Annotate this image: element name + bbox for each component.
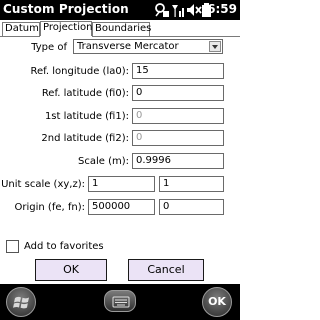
chevron-down-icon[interactable] xyxy=(209,41,221,52)
unit-scale-xy-field[interactable]: 1 xyxy=(88,176,155,192)
tab-datum[interactable]: Datum xyxy=(2,22,40,36)
type-label: Type of xyxy=(31,42,67,53)
projection-type-dropdown[interactable]: Transverse Mercator xyxy=(73,39,223,54)
ok-softkey[interactable]: OK xyxy=(202,287,232,317)
clock: 6:59 xyxy=(207,2,237,16)
first-latitude-label: 1st latitude (fi1): xyxy=(44,111,129,122)
connectivity-icon[interactable] xyxy=(154,2,170,18)
scale-label: Scale (m): xyxy=(78,156,129,167)
unit-scale-z-field[interactable]: 1 xyxy=(159,176,224,192)
origin-fe-field[interactable]: 500000 xyxy=(88,199,155,215)
unit-scale-label: Unit scale (xy,z): xyxy=(1,179,85,190)
second-latitude-field[interactable]: 0 xyxy=(132,130,224,146)
title-bar: Custom Projection 6:59 xyxy=(0,0,240,20)
cancel-button[interactable]: Cancel xyxy=(128,259,204,281)
tab-divider xyxy=(0,36,40,37)
ok-button[interactable]: OK xyxy=(35,259,107,281)
second-latitude-label: 2nd latitude (fi2): xyxy=(41,133,129,144)
scale-field[interactable]: 0.9996 xyxy=(132,153,224,169)
ref-latitude-field[interactable]: 0 xyxy=(132,85,224,101)
first-latitude-field[interactable]: 0 xyxy=(132,108,224,124)
tab-projection[interactable]: Projection xyxy=(40,21,92,36)
keyboard-icon xyxy=(112,296,130,308)
favorites-checkbox[interactable] xyxy=(6,240,19,253)
start-button[interactable] xyxy=(6,287,36,317)
tab-boundaries[interactable]: Boundaries xyxy=(92,22,151,36)
signal-icon[interactable] xyxy=(170,2,186,18)
origin-fn-field[interactable]: 0 xyxy=(159,199,224,215)
ref-longitude-label: Ref. longitude (la0): xyxy=(30,66,129,77)
origin-label: Origin (fe, fn): xyxy=(14,202,85,213)
ref-latitude-label: Ref. latitude (fi0): xyxy=(41,88,129,99)
favorites-label[interactable]: Add to favorites xyxy=(24,241,104,253)
projection-type-value: Transverse Mercator xyxy=(77,41,179,52)
keyboard-button[interactable] xyxy=(104,290,136,312)
windows-logo-icon xyxy=(13,296,29,309)
window-title: Custom Projection xyxy=(3,2,129,16)
tab-divider xyxy=(92,36,240,37)
ref-longitude-field[interactable]: 15 xyxy=(132,63,224,79)
